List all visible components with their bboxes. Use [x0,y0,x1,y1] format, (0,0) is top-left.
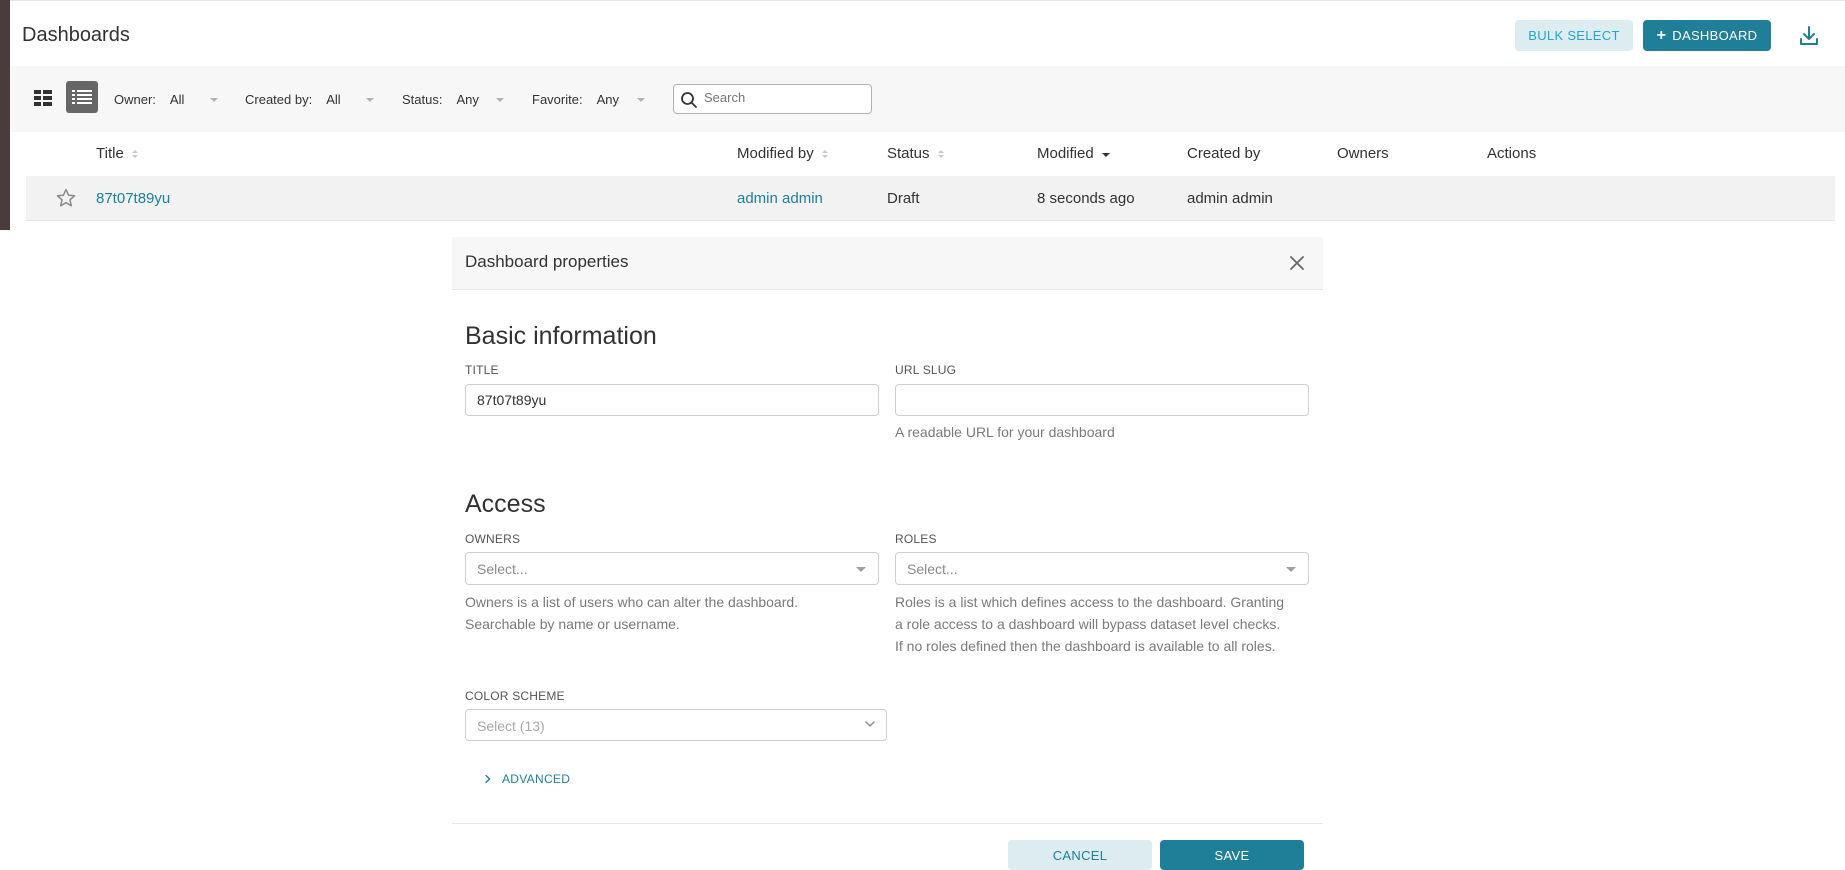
sort-icon [131,149,138,158]
left-edge-strip [0,0,10,230]
save-label: SAVE [1214,847,1250,863]
modal-title: Dashboard properties [465,252,629,271]
created-by-cell: admin admin [1187,190,1273,207]
column-header-modified[interactable]: Modified [1037,145,1110,162]
basic-info-heading: Basic information [465,322,657,350]
column-header-label: Title [96,145,124,162]
favorite-filter-value: Any [596,92,619,107]
owners-label: OWNERS [465,532,521,546]
title-field-label: TITLE [465,363,499,377]
color-scheme-placeholder: Select (13) [477,718,545,734]
table-row [26,176,1835,221]
chevron-down-icon [636,97,645,102]
color-scheme-select[interactable]: Select (13) [465,709,887,741]
owners-help-line-2: Searchable by name or username. [465,616,680,632]
list-view-toggle[interactable] [66,81,98,113]
url-slug-label: URL SLUG [895,363,957,377]
status-filter[interactable]: Status: Any [402,92,505,107]
column-header-label: Actions [1487,145,1537,162]
owners-select[interactable]: Select... [465,552,879,585]
access-heading: Access [465,490,546,518]
roles-placeholder: Select... [907,561,958,577]
created-by-filter[interactable]: Created by: All [245,92,375,107]
close-icon [1290,256,1304,270]
search-field[interactable] [673,84,872,114]
column-header-label: Modified by [737,145,814,162]
list-icon [72,90,92,104]
cancel-label: CANCEL [1052,847,1108,863]
star-icon [56,188,76,207]
modal-footer-divider [452,823,1323,824]
column-header-title[interactable]: Title [96,145,138,162]
roles-select[interactable]: Select... [895,552,1309,585]
chevron-down-icon [865,721,875,727]
page-title: Dashboards [22,24,130,46]
created-by-filter-label: Created by: [245,92,313,107]
owner-filter[interactable]: Owner: All [114,92,218,107]
roles-help-line-3: If no roles defined then the dashboard i… [895,638,1276,654]
column-header-label: Modified [1037,145,1094,162]
chevron-down-icon [209,97,218,102]
advanced-toggle[interactable]: ADVANCED [484,772,570,786]
roles-help-line-1: Roles is a list which defines access to … [895,594,1285,610]
cancel-button[interactable]: CANCEL [1008,840,1152,870]
card-view-toggle[interactable] [28,83,58,113]
sort-descending-icon [1101,153,1110,157]
title-input[interactable] [466,385,878,415]
add-dashboard-label: DASHBOARD [1672,28,1758,43]
roles-help-line-2: a role access to a dashboard will bypass… [895,616,1281,632]
status-cell: Draft [887,190,920,207]
favorite-filter-label: Favorite: [532,92,583,107]
url-slug-field [895,384,1309,416]
search-input[interactable] [702,89,866,106]
column-header-label: Owners [1337,145,1389,162]
download-button[interactable] [1792,20,1826,52]
grid-icon [34,90,52,106]
search-icon [681,92,697,108]
download-icon [1800,26,1818,45]
column-header-actions: Actions [1487,145,1536,162]
owner-filter-label: Owner: [114,92,156,107]
modified-by-link[interactable]: admin admin [737,190,823,207]
column-header-owners: Owners [1337,145,1389,162]
color-scheme-label: COLOR SCHEME [465,689,565,703]
column-header-created-by: Created by [1187,145,1260,162]
column-header-modified-by[interactable]: Modified by [737,145,828,162]
chevron-down-icon [856,567,866,572]
plus-icon: + [1656,26,1667,44]
created-by-filter-value: All [326,92,341,107]
owners-placeholder: Select... [477,561,528,577]
modal-close-button[interactable] [1286,252,1308,274]
modified-cell: 8 seconds ago [1037,190,1135,207]
add-dashboard-button[interactable]: + DASHBOARD [1643,20,1771,51]
title-field [465,384,879,416]
sort-icon [821,149,828,158]
favorite-star-button[interactable] [56,188,76,213]
status-filter-label: Status: [402,92,443,107]
url-slug-input[interactable] [896,385,1308,415]
chevron-down-icon [366,97,375,102]
favorite-filter[interactable]: Favorite: Any [532,92,645,107]
roles-label: ROLES [895,532,937,546]
url-slug-help-text: A readable URL for your dashboard [895,424,1115,440]
owners-help-line-1: Owners is a list of users who can alter … [465,594,799,610]
chevron-down-icon [496,97,505,102]
chevron-right-icon [485,774,491,784]
bulk-select-button[interactable]: BULK SELECT [1515,20,1633,51]
owner-filter-value: All [169,92,185,107]
bulk-select-label: BULK SELECT [1528,28,1620,43]
column-header-label: Status [887,145,930,162]
sort-icon [937,149,944,158]
save-button[interactable]: SAVE [1160,840,1304,870]
column-header-status[interactable]: Status [887,145,944,162]
status-filter-value: Any [456,92,479,107]
dashboard-title-link[interactable]: 87t07t89yu [96,190,170,207]
advanced-label: ADVANCED [502,772,571,786]
column-header-label: Created by [1187,145,1261,162]
chevron-down-icon [1286,567,1296,572]
